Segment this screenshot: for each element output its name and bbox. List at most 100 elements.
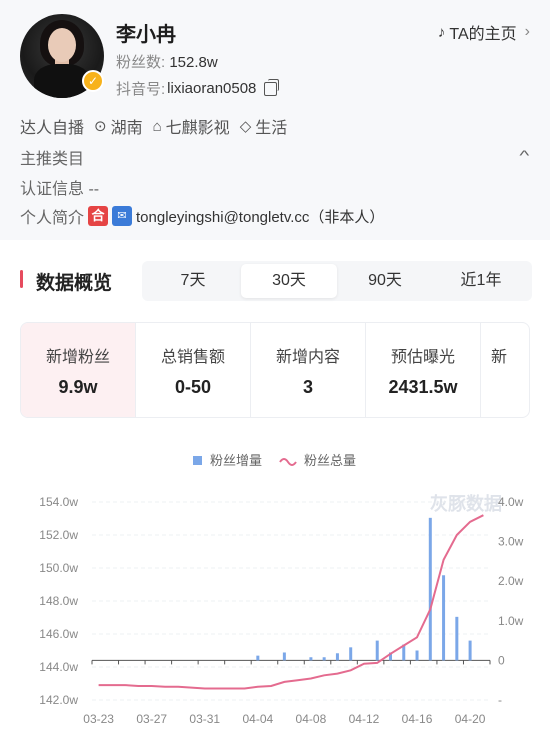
creator-name: 李小冉 [116,24,176,46]
fans-increment-bar [282,652,286,661]
x-tick-label: 04-04 [242,712,273,726]
x-tick-label: 03-27 [136,712,167,726]
intro-emoji-icon: 合 [88,206,109,226]
left-tick-label: 144.0w [39,660,78,674]
fans-value: 152.8w [169,54,218,71]
fans-increment-bar [309,657,313,661]
metric-new-content[interactable]: 新增内容 3 [251,323,366,417]
profile-section: ✓ 李小冉 ♪ TA的主页 › 粉丝数: 152.8w 抖音号: lixiaor… [0,0,550,240]
tag-location-label: 湖南 [110,120,143,137]
x-tick-label: 04-12 [349,712,380,726]
tag-category-label: 生活 [255,120,288,137]
tab-1-year[interactable]: 近1年 [433,264,529,298]
tag-live-type: 达人自播 [20,114,84,138]
tag-agency[interactable]: ⌂ 七麒影视 [153,114,230,138]
right-tick-label: 0 [498,653,505,667]
left-tick-label: 142.0w [39,693,78,707]
building-icon: ⌂ [152,117,162,135]
fans-chart: 灰豚数据 粉丝增量 粉丝总量 142.0w 144.0w 146.0w 148.0w 150.… [0,440,550,733]
metric-total-sales[interactable]: 总销售额 0-50 [136,323,251,417]
tag-location: ⊙ 湖南 [94,114,143,138]
intro-text: tongleyingshi@tongletv.cc（非本人） [136,208,385,226]
fans-count: 粉丝数: 152.8w [116,51,218,72]
douyin-value: lixiaoran0508 [167,80,257,97]
tab-30-days[interactable]: 30天 [241,264,337,298]
main-category-label: 主推类目 [20,151,85,168]
fans-total-line [98,514,484,690]
fans-increment-bar [442,575,446,661]
legend-line-swatch [279,458,297,466]
metric-estimated-exposure[interactable]: 预估曝光 2431.5w [366,323,481,417]
tag-category: ◇ 生活 [240,114,288,138]
overview-title: 数据概览 [36,273,113,294]
certification-row: 认证信息 -- [20,175,99,199]
douyin-id: 抖音号: lixiaoran0508 [116,78,280,99]
metric-value: 3 [302,377,313,397]
legend-label-fans-total: 粉丝总量 [304,453,356,468]
watermark-text: 灰豚数据 [430,493,502,514]
right-tick-label: 2.0w [498,574,524,588]
tag-icon: ◇ [239,118,252,135]
left-tick-label: 152.0w [39,528,78,542]
left-tick-label: 154.0w [39,495,78,509]
x-tick-label: 03-31 [189,712,220,726]
intro-label: 个人简介 [20,210,85,227]
douyin-label: 抖音号: [116,81,166,98]
fans-label: 粉丝数: [116,54,166,71]
homepage-label: TA的主页 [449,26,517,43]
intro-row: 个人简介 合 ✉ tongleyingshi@tongletv.cc（非本人） [20,204,384,228]
fans-increment-bar [468,640,472,661]
x-tick-label: 03-23 [83,712,114,726]
right-tick-label: 1.0w [498,614,524,628]
x-tick-label: 04-16 [402,712,433,726]
metric-label: 新 [491,349,508,366]
left-tick-label: 148.0w [39,594,78,608]
right-tick-label: 4.0w [498,495,524,509]
metrics-cards: 新增粉丝 9.9w 总销售额 0-50 新增内容 3 预估曝光 2431.5w … [20,322,530,418]
copy-icon[interactable] [264,78,280,96]
legend-label-fans-increment: 粉丝增量 [210,453,262,468]
cert-value: -- [88,181,100,198]
chevron-right-icon: › [524,23,530,40]
left-tick-label: 146.0w [39,627,78,641]
profile-tags: 达人自播 ⊙ 湖南 ⌂ 七麒影视 ◇ 生活 [20,114,287,138]
location-pin-icon: ⊙ [94,118,107,135]
metric-partial[interactable]: 新 [481,323,529,417]
metric-label: 预估曝光 [390,349,455,366]
tab-90-days[interactable]: 90天 [337,264,433,298]
verified-badge-icon: ✓ [82,70,104,92]
metric-new-fans[interactable]: 新增粉丝 9.9w [21,323,136,417]
metric-label: 新增内容 [275,349,340,366]
metric-value: 0-50 [174,377,212,397]
chevron-up-icon[interactable]: ^ [520,147,530,163]
mailbox-icon: ✉ [112,206,133,226]
left-tick-label: 150.0w [39,561,78,575]
fans-increment-bar [375,640,379,661]
x-tick-label: 04-20 [455,712,486,726]
right-tick-label: 3.0w [498,535,524,549]
fans-increment-bar [428,517,432,661]
tag-live-type-label: 达人自播 [20,120,85,137]
ta-homepage-link[interactable]: ♪ TA的主页 › [438,20,530,44]
fans-increment-bar [322,657,326,661]
fans-increment-bar [415,650,419,661]
tiktok-icon: ♪ [437,23,446,41]
x-tick-label: 04-08 [296,712,327,726]
overview-header: 数据概览 7天 30天 90天 近1年 [0,256,550,306]
metric-label: 新增粉丝 [45,349,110,366]
right-tick-label: - [498,693,502,707]
section-accent-bar [20,270,23,288]
fans-increment-bar [335,653,339,661]
tag-agency-label: 七麒影视 [165,120,230,137]
metric-value: 9.9w [58,377,98,397]
fans-chart-svg: 灰豚数据 粉丝增量 粉丝总量 142.0w 144.0w 146.0w 148.0w 150.… [39,453,524,726]
period-tabs: 7天 30天 90天 近1年 [142,261,532,301]
avatar-face [48,28,76,62]
metric-value: 2431.5w [388,377,458,397]
metric-label: 总销售额 [160,349,225,366]
fans-increment-bar [455,616,459,661]
fans-increment-bar [349,647,353,661]
tab-7-days[interactable]: 7天 [145,264,241,298]
legend-bar-swatch [193,456,202,465]
fans-increment-bar [256,655,260,661]
